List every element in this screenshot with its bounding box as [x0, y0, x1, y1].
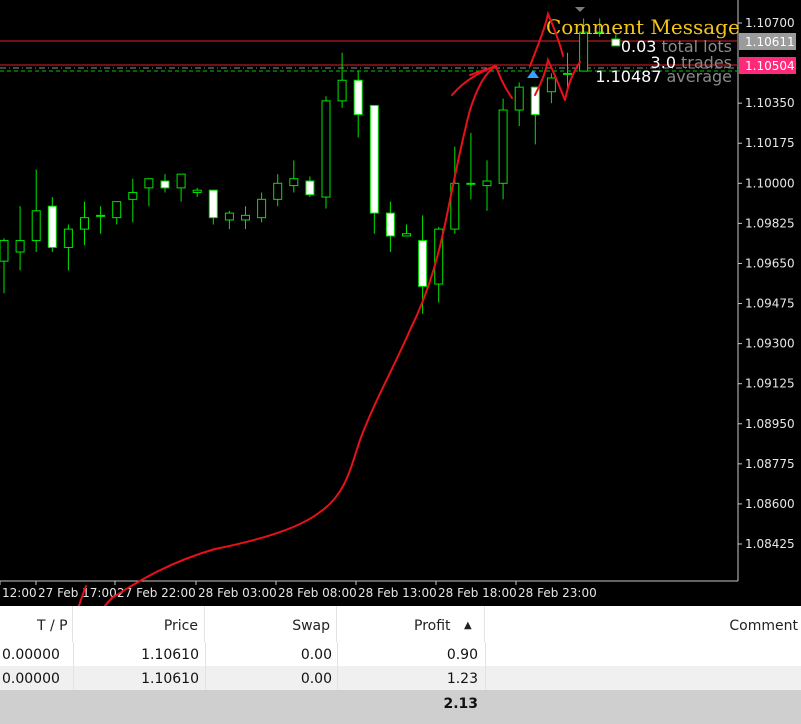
price-axis-label: 1.09125: [745, 377, 795, 391]
candle-bull: [546, 77, 556, 93]
price-axis-label: 1.10000: [745, 176, 795, 190]
time-axis-label: 28 Feb 18:00: [438, 586, 517, 600]
price-axis-label: 1.10700: [745, 16, 795, 30]
terminal-window: 1.10700 1.10350 1.10175 1.10000 1.09825 1.096…: [0, 0, 801, 724]
candle-bear: [305, 180, 315, 196]
column-header-profit[interactable]: Profit ▲: [337, 606, 485, 642]
candle-bull: [176, 173, 186, 189]
row-swap: 0.00: [300, 647, 332, 663]
price-axis: 1.10700 1.10350 1.10175 1.10000 1.09825 1.096…: [738, 16, 795, 551]
row-tp: 0.00000: [2, 671, 60, 687]
candle-bull: [241, 214, 250, 221]
price-axis-label: 1.08600: [745, 497, 795, 511]
time-axis-label: 28 Feb 08:00: [278, 586, 357, 600]
candle-bull: [192, 189, 202, 193]
info-average-label: average: [667, 67, 733, 86]
average-price-tag-text: 1.10504: [745, 59, 795, 73]
candle-bull: [482, 180, 492, 187]
candle-bull: [257, 198, 267, 219]
column-header-tp[interactable]: T / P: [0, 606, 73, 642]
candle-bull: [289, 178, 299, 187]
row-profit: 0.90: [446, 647, 478, 663]
candle-bull: [63, 228, 73, 248]
time-axis: 12:00 27 Feb 17:00 27 Feb 22:00 28 Feb 03:0…: [0, 581, 597, 600]
candle-bear: [611, 38, 621, 47]
time-axis-label: 12:00: [2, 586, 37, 600]
row-swap: 0.00: [300, 671, 332, 687]
row-profit: 1.23: [446, 671, 478, 687]
price-axis-label: 1.09300: [745, 337, 795, 351]
candle-bull: [402, 233, 411, 237]
candle-bull: [15, 240, 25, 253]
candle-bear: [47, 205, 57, 248]
time-axis-label: 27 Feb 17:00: [38, 586, 117, 600]
candle-bull: [337, 79, 347, 102]
candle-bear: [530, 86, 540, 116]
chart-shift-marker-icon[interactable]: [575, 7, 585, 12]
column-header-swap-label: Swap: [292, 618, 330, 634]
price-axis-label: 1.09475: [745, 297, 795, 311]
total-row: 2.13: [0, 690, 801, 724]
candle-bull: [224, 212, 234, 221]
table-row[interactable]: 0.00000 1.10610 0.00 1.23: [0, 666, 801, 691]
row-tp: 0.00000: [2, 647, 60, 663]
column-header-swap[interactable]: Swap: [205, 606, 337, 642]
candle-bear: [369, 104, 379, 214]
price-axis-label: 1.10175: [745, 136, 795, 150]
column-header-comment-label: Comment: [729, 618, 798, 634]
candle-bull: [0, 240, 9, 262]
info-average-value: 1.10487: [595, 67, 661, 86]
candle-bull: [128, 191, 138, 200]
column-header-comment[interactable]: Comment: [485, 606, 801, 642]
time-axis-label: 28 Feb 03:00: [198, 586, 277, 600]
candle-bull: [31, 210, 41, 242]
column-header-price-label: Price: [163, 618, 198, 634]
trade-panel: T / P Price Swap Profit ▲ Comment 0.00000…: [0, 606, 801, 724]
row-price: 1.10610: [141, 647, 199, 663]
column-header-price[interactable]: Price: [73, 606, 205, 642]
candle-bull: [466, 182, 476, 185]
time-axis-label: 28 Feb 23:00: [518, 586, 597, 600]
candle-bear: [418, 240, 428, 287]
column-header-profit-label: Profit: [414, 618, 451, 634]
candle-bull: [321, 100, 331, 198]
candle-bull: [273, 182, 283, 200]
candle-bull: [96, 214, 106, 217]
total-profit: 2.13: [443, 696, 478, 712]
chart-canvas[interactable]: 1.10700 1.10350 1.10175 1.10000 1.09825 1.096…: [0, 0, 801, 606]
table-row[interactable]: 0.00000 1.10610 0.00 0.90: [0, 642, 801, 667]
candle-bull: [498, 109, 508, 184]
candle-bull: [80, 217, 89, 230]
price-axis-label: 1.08425: [745, 537, 795, 551]
price-axis-label: 1.10350: [745, 96, 795, 110]
candle-bear: [353, 79, 363, 116]
candle-bull: [144, 178, 154, 189]
current-price-tag-text: 1.10611: [745, 35, 795, 49]
price-axis-label: 1.08775: [745, 457, 795, 471]
column-header-tp-label: T / P: [37, 618, 68, 634]
candle-bear: [385, 212, 395, 237]
price-axis-label: 1.08950: [745, 417, 795, 431]
candle-bear: [160, 180, 170, 189]
candle-bull: [563, 72, 572, 75]
candle-bull: [112, 201, 122, 219]
price-axis-label: 1.09825: [745, 216, 795, 230]
time-axis-label: 28 Feb 13:00: [358, 586, 437, 600]
candle-bull: [514, 86, 524, 111]
candle-series: [0, 18, 621, 314]
price-chart[interactable]: 1.10700 1.10350 1.10175 1.10000 1.09825 1.096…: [0, 0, 801, 606]
triangle-up-icon: ▲: [464, 620, 472, 631]
row-price: 1.10610: [141, 671, 199, 687]
comment-title: Comment Message: [546, 15, 740, 39]
candle-bear: [208, 189, 218, 219]
price-axis-label: 1.09650: [745, 256, 795, 270]
